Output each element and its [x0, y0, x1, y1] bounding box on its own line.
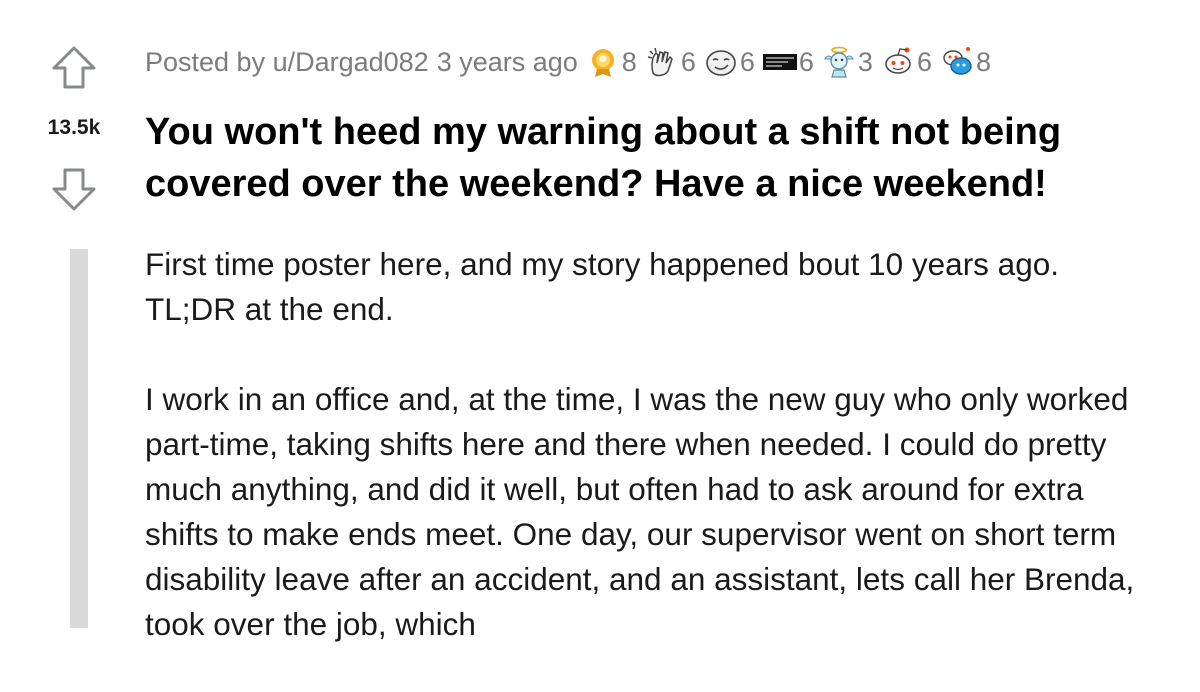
snoo-hug-award-icon [940, 45, 974, 79]
award-snoo-hug[interactable]: 8 [940, 45, 991, 79]
award-count: 6 [798, 46, 814, 77]
award-count: 6 [916, 46, 932, 77]
award-count: 3 [857, 46, 873, 77]
award-smirk[interactable]: 6 [704, 45, 755, 79]
clapping-hands-award-icon [645, 45, 679, 79]
vote-column: 13.5k [0, 0, 145, 628]
text-card-award-icon [762, 45, 797, 79]
downvote-icon[interactable] [51, 166, 97, 212]
award-angel[interactable]: 3 [822, 45, 873, 79]
gold-award-icon [586, 45, 620, 79]
post-body: First time poster here, and my story hap… [145, 242, 1155, 692]
award-count: 6 [680, 46, 696, 77]
post-title[interactable]: You won't heed my warning about a shift … [145, 106, 1185, 210]
smirk-face-award-icon [704, 45, 738, 79]
award-snoo[interactable]: 6 [881, 45, 932, 79]
post-paragraph: First time poster here, and my story hap… [145, 246, 1059, 327]
upvote-icon[interactable] [51, 45, 97, 91]
snoo-award-icon [881, 45, 915, 79]
award-text-card[interactable]: 6 [762, 45, 814, 79]
vote-score: 13.5k [47, 116, 101, 139]
post-time: 3 years ago [436, 46, 578, 77]
angel-award-icon [822, 45, 856, 79]
post-paragraph: I work in an office and, at the time, I … [145, 381, 1135, 642]
award-clapping[interactable]: 6 [645, 45, 696, 79]
thread-line[interactable] [70, 249, 88, 628]
award-count: 6 [739, 46, 755, 77]
award-count: 8 [621, 46, 637, 77]
award-count: 8 [975, 46, 992, 77]
post-meta: Posted by u/Dargad082 3 years ago 8 6 6 … [145, 44, 991, 80]
posted-by-author[interactable]: Posted by u/Dargad082 [145, 47, 429, 78]
award-gold[interactable]: 8 [586, 45, 637, 79]
